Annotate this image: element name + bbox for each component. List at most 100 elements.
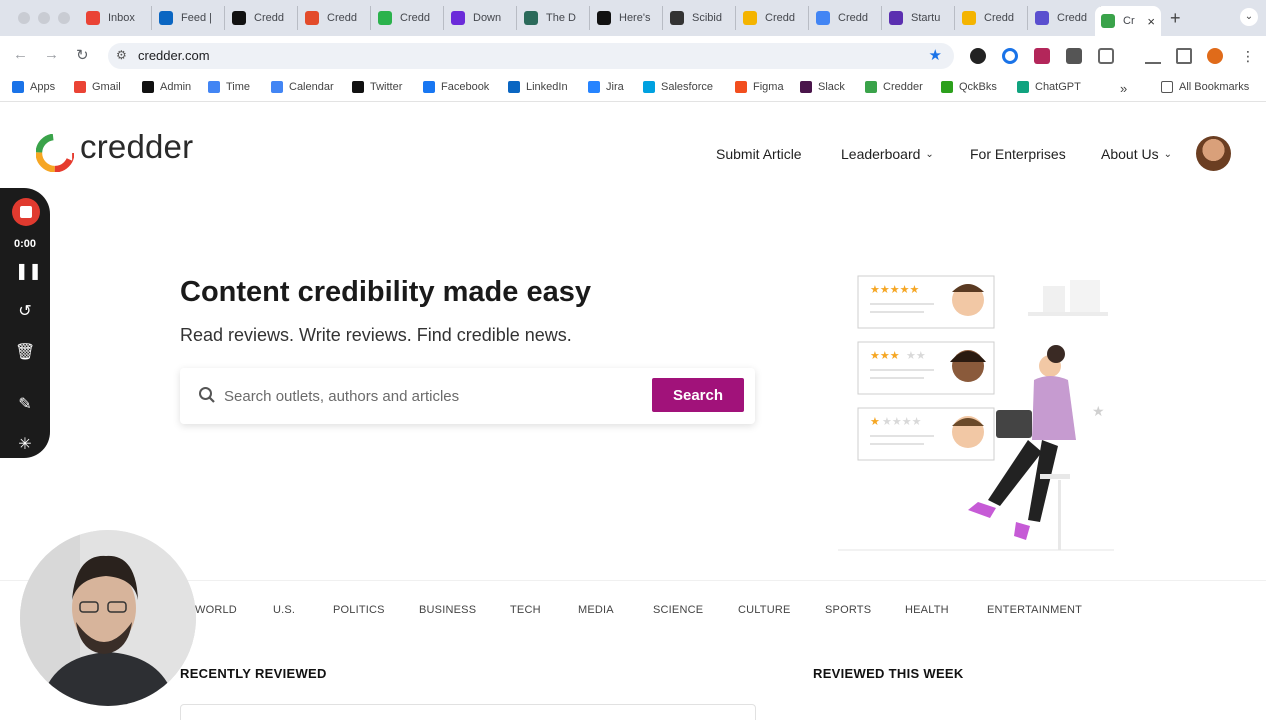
webcam-bubble[interactable]: [20, 530, 196, 706]
folder-icon: [1161, 81, 1173, 93]
category-world[interactable]: WORLD: [195, 604, 237, 616]
back-arrow-icon[interactable]: ←: [13, 46, 28, 63]
bookmark-item[interactable]: Credder: [865, 81, 923, 93]
maximize-window-dot[interactable]: [58, 12, 70, 24]
restart-icon[interactable]: ↺: [15, 302, 35, 322]
browser-tab[interactable]: Inbox: [80, 6, 152, 30]
download-icon[interactable]: [1145, 48, 1161, 64]
more-bookmarks-icon[interactable]: »: [1120, 81, 1127, 96]
browser-tab[interactable]: Credd: [372, 6, 444, 30]
side-panel-icon[interactable]: [1176, 48, 1192, 64]
hero-title: Content credibility made easy: [180, 276, 591, 308]
bookmark-label: Time: [226, 81, 251, 93]
browser-tab[interactable]: Credd: [737, 6, 809, 30]
extension-download-icon[interactable]: [970, 48, 986, 64]
triangle-icon: [142, 81, 154, 93]
pause-icon[interactable]: ❚❚: [15, 262, 42, 282]
minimize-window-dot[interactable]: [38, 12, 50, 24]
extensions-puzzle-icon[interactable]: [1098, 48, 1114, 64]
svg-text:★★★★: ★★★★: [882, 415, 922, 428]
category-culture[interactable]: CULTURE: [738, 604, 791, 616]
bookmark-item[interactable]: Twitter: [352, 81, 402, 93]
reload-icon[interactable]: ↻: [76, 46, 89, 64]
category-entertainment[interactable]: ENTERTAINMENT: [987, 604, 1082, 616]
apps-grid-icon: [12, 81, 24, 93]
hero-subtitle: Read reviews. Write reviews. Find credib…: [180, 325, 572, 345]
forward-arrow-icon[interactable]: →: [44, 46, 59, 63]
tab-title: Credd: [1057, 12, 1087, 24]
user-avatar[interactable]: [1196, 136, 1231, 171]
tab-search-chevron-icon[interactable]: ⌄: [1240, 8, 1258, 26]
browser-tab[interactable]: The D: [518, 6, 590, 30]
browser-tab[interactable]: Startu: [883, 6, 955, 30]
credder-logo-icon[interactable]: [36, 134, 74, 172]
browser-tab[interactable]: Credd: [1029, 6, 1101, 30]
new-tab-icon[interactable]: +: [1170, 8, 1181, 29]
submit-article-link[interactable]: Submit Article: [716, 146, 802, 162]
for-enterprises-link[interactable]: For Enterprises: [970, 146, 1066, 162]
svg-text:★★: ★★: [906, 349, 926, 362]
bookmark-item[interactable]: Jira: [588, 81, 624, 93]
extension-box-icon[interactable]: [1066, 48, 1082, 64]
effects-icon[interactable]: ✳: [15, 435, 35, 455]
browser-tab[interactable]: Scibid: [664, 6, 736, 30]
linkedin-icon: [508, 81, 520, 93]
leaderboard-menu[interactable]: Leaderboard ⌄: [841, 146, 934, 162]
pen-icon[interactable]: ✎: [15, 395, 35, 415]
recently-reviewed-heading: RECENTLY REVIEWED: [180, 666, 327, 681]
bookmark-star-icon[interactable]: ★: [929, 46, 942, 64]
extension-chrome-icon[interactable]: [1002, 48, 1018, 64]
credder-logo-text[interactable]: credder: [80, 128, 193, 166]
browser-tab[interactable]: Credd: [956, 6, 1028, 30]
browser-tab[interactable]: Credd: [810, 6, 882, 30]
category-science[interactable]: SCIENCE: [653, 604, 703, 616]
tab-title: Inbox: [108, 12, 135, 24]
browser-tab[interactable]: Credd: [226, 6, 298, 30]
category-us[interactable]: U.S.: [273, 604, 295, 616]
bookmark-item[interactable]: Slack: [800, 81, 845, 93]
browser-tab[interactable]: Credd: [299, 6, 371, 30]
bookmark-item[interactable]: Figma: [735, 81, 784, 93]
category-business[interactable]: BUSINESS: [419, 604, 476, 616]
bookmark-item[interactable]: Admin: [142, 81, 191, 93]
bookmark-item[interactable]: Facebook: [423, 81, 489, 93]
bookmark-item[interactable]: QckBks: [941, 81, 997, 93]
about-us-menu[interactable]: About Us ⌄: [1101, 146, 1172, 162]
recent-review-card[interactable]: [180, 704, 756, 720]
bookmark-item[interactable]: Calendar: [271, 81, 334, 93]
calendar-icon: [271, 81, 283, 93]
category-sports[interactable]: SPORTS: [825, 604, 871, 616]
category-media[interactable]: MEDIA: [578, 604, 614, 616]
bookmark-label: LinkedIn: [526, 81, 568, 93]
category-tech[interactable]: TECH: [510, 604, 541, 616]
search-button[interactable]: Search: [652, 378, 744, 412]
bookmark-item[interactable]: Gmail: [74, 81, 121, 93]
browser-tab[interactable]: Feed |: [153, 6, 225, 30]
category-politics[interactable]: POLITICS: [333, 604, 385, 616]
bookmark-item[interactable]: LinkedIn: [508, 81, 568, 93]
credder-c-icon: [305, 11, 319, 25]
bookmark-item[interactable]: Apps: [12, 81, 55, 93]
address-bar[interactable]: ⚙ credder.com ★: [108, 43, 954, 69]
reviews-illustration: ★★★★★ ★★★ ★★ ★ ★★★★ ★: [838, 275, 1114, 551]
site-info-icon[interactable]: ⚙: [116, 48, 127, 62]
browser-tab[interactable]: Cr ×: [1095, 6, 1161, 36]
gear-icon: [1035, 11, 1049, 25]
search-input[interactable]: [224, 384, 644, 408]
bookmark-item[interactable]: ChatGPT: [1017, 81, 1081, 93]
bookmark-item[interactable]: Time: [208, 81, 250, 93]
stop-recording-button[interactable]: [12, 198, 40, 226]
category-health[interactable]: HEALTH: [905, 604, 949, 616]
browser-tab[interactable]: Down: [445, 6, 517, 30]
browser-menu-icon[interactable]: ⋮: [1240, 48, 1256, 64]
close-tab-icon[interactable]: ×: [1147, 14, 1155, 29]
all-bookmarks-button[interactable]: All Bookmarks: [1161, 81, 1249, 93]
extension-vm-icon[interactable]: [1034, 48, 1050, 64]
trash-icon[interactable]: 🗑: [15, 343, 35, 363]
close-window-dot[interactable]: [18, 12, 30, 24]
jira-icon: [588, 81, 600, 93]
browser-tab[interactable]: Here's: [591, 6, 663, 30]
bookmark-item[interactable]: Salesforce: [643, 81, 713, 93]
tab-title: Here's: [619, 12, 651, 24]
profile-icon[interactable]: [1207, 48, 1223, 64]
